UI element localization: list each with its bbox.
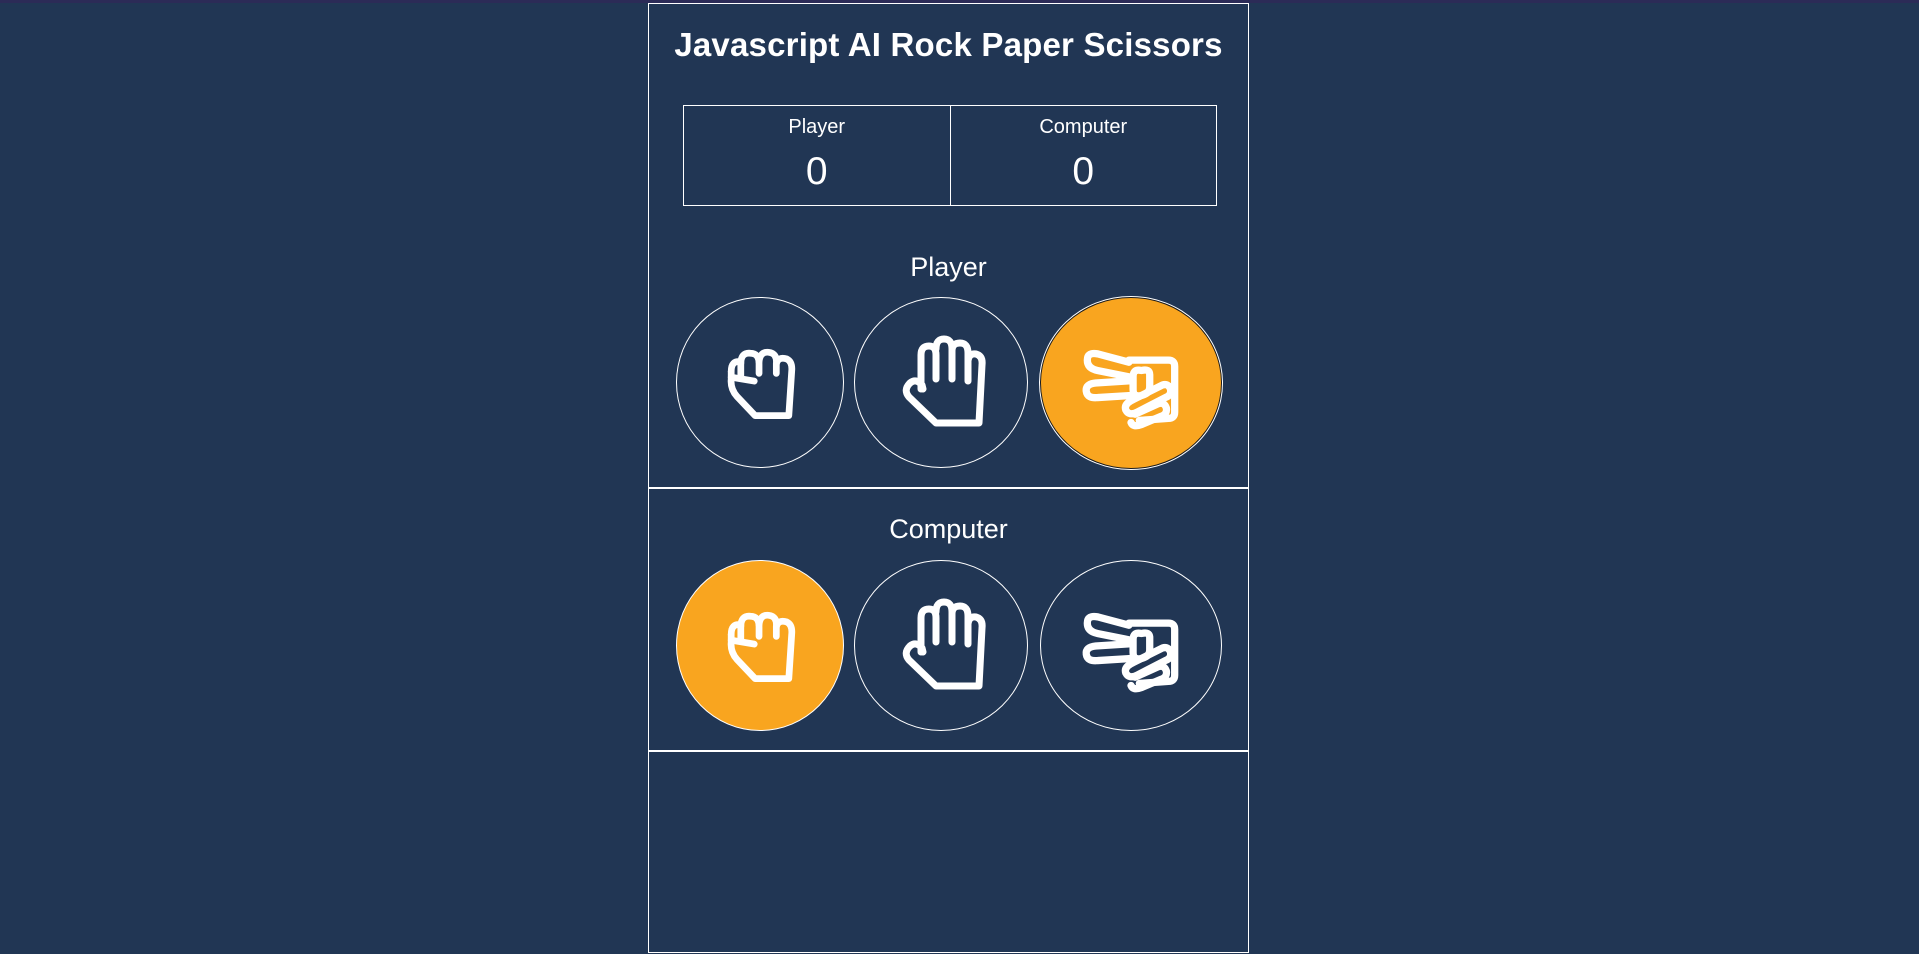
section-divider <box>649 487 1248 489</box>
computer-paper-button[interactable] <box>854 560 1028 731</box>
page-title: Javascript AI Rock Paper Scissors <box>674 26 1223 63</box>
player-scissors-button[interactable] <box>1040 297 1222 469</box>
result-area <box>649 754 1248 954</box>
scissors-hand-icon <box>1082 612 1179 692</box>
computer-section-title: Computer <box>889 514 1008 544</box>
computer-score-cell: Computer 0 <box>949 106 1217 205</box>
player-rock-button[interactable] <box>676 297 844 468</box>
paper-hand-icon <box>902 598 986 689</box>
player-score-value: 0 <box>805 150 828 193</box>
scissors-hand-icon <box>1082 349 1179 430</box>
computer-score-label: Computer <box>1039 116 1128 138</box>
player-paper-button[interactable] <box>854 297 1028 468</box>
player-score-label: Player <box>788 116 846 138</box>
player-section-title: Player <box>910 252 987 282</box>
player-score-cell: Player 0 <box>684 106 950 205</box>
paper-hand-icon <box>902 335 986 426</box>
computer-scissors-button[interactable] <box>1040 560 1222 731</box>
rock-hand-icon <box>727 348 796 419</box>
game-panel: Javascript AI Rock Paper Scissors Player… <box>648 3 1249 953</box>
scoreboard: Player 0 Computer 0 <box>683 105 1217 206</box>
computer-rock-button[interactable] <box>676 560 844 731</box>
section-divider <box>649 750 1248 752</box>
computer-score-value: 0 <box>1072 150 1095 193</box>
rock-hand-icon <box>727 611 796 682</box>
